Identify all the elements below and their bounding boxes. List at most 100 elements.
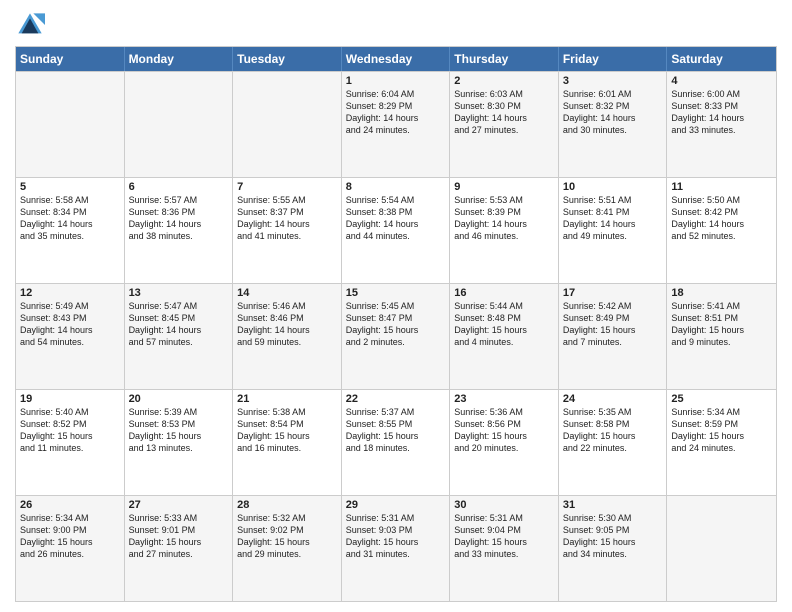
day-info: Sunrise: 5:39 AMSunset: 8:53 PMDaylight:… (129, 406, 229, 455)
page: SundayMondayTuesdayWednesdayThursdayFrid… (0, 0, 792, 612)
header-day-tuesday: Tuesday (233, 47, 342, 71)
day-info: Sunrise: 6:03 AMSunset: 8:30 PMDaylight:… (454, 88, 554, 137)
calendar-body: 1Sunrise: 6:04 AMSunset: 8:29 PMDaylight… (16, 71, 776, 601)
cal-cell-2-0: 12Sunrise: 5:49 AMSunset: 8:43 PMDayligh… (16, 284, 125, 389)
day-info: Sunrise: 5:33 AMSunset: 9:01 PMDaylight:… (129, 512, 229, 561)
cal-cell-2-4: 16Sunrise: 5:44 AMSunset: 8:48 PMDayligh… (450, 284, 559, 389)
day-info: Sunrise: 5:36 AMSunset: 8:56 PMDaylight:… (454, 406, 554, 455)
day-number: 12 (20, 287, 120, 299)
cal-cell-0-0 (16, 72, 125, 177)
day-number: 28 (237, 499, 337, 511)
day-number: 23 (454, 393, 554, 405)
calendar-header: SundayMondayTuesdayWednesdayThursdayFrid… (16, 47, 776, 71)
day-number: 27 (129, 499, 229, 511)
day-info: Sunrise: 5:34 AMSunset: 8:59 PMDaylight:… (671, 406, 772, 455)
day-info: Sunrise: 5:37 AMSunset: 8:55 PMDaylight:… (346, 406, 446, 455)
cal-cell-4-4: 30Sunrise: 5:31 AMSunset: 9:04 PMDayligh… (450, 496, 559, 601)
day-number: 15 (346, 287, 446, 299)
calendar-row-1: 5Sunrise: 5:58 AMSunset: 8:34 PMDaylight… (16, 177, 776, 283)
day-info: Sunrise: 5:45 AMSunset: 8:47 PMDaylight:… (346, 300, 446, 349)
day-number: 26 (20, 499, 120, 511)
day-info: Sunrise: 6:04 AMSunset: 8:29 PMDaylight:… (346, 88, 446, 137)
day-info: Sunrise: 5:51 AMSunset: 8:41 PMDaylight:… (563, 194, 663, 243)
cal-cell-4-0: 26Sunrise: 5:34 AMSunset: 9:00 PMDayligh… (16, 496, 125, 601)
cal-cell-4-2: 28Sunrise: 5:32 AMSunset: 9:02 PMDayligh… (233, 496, 342, 601)
day-number: 14 (237, 287, 337, 299)
day-info: Sunrise: 5:42 AMSunset: 8:49 PMDaylight:… (563, 300, 663, 349)
day-info: Sunrise: 5:41 AMSunset: 8:51 PMDaylight:… (671, 300, 772, 349)
cal-cell-3-1: 20Sunrise: 5:39 AMSunset: 8:53 PMDayligh… (125, 390, 234, 495)
cal-cell-0-4: 2Sunrise: 6:03 AMSunset: 8:30 PMDaylight… (450, 72, 559, 177)
day-info: Sunrise: 5:58 AMSunset: 8:34 PMDaylight:… (20, 194, 120, 243)
day-number: 29 (346, 499, 446, 511)
day-number: 2 (454, 75, 554, 87)
cal-cell-3-6: 25Sunrise: 5:34 AMSunset: 8:59 PMDayligh… (667, 390, 776, 495)
header-day-friday: Friday (559, 47, 668, 71)
cal-cell-2-3: 15Sunrise: 5:45 AMSunset: 8:47 PMDayligh… (342, 284, 451, 389)
day-info: Sunrise: 5:35 AMSunset: 8:58 PMDaylight:… (563, 406, 663, 455)
header-day-sunday: Sunday (16, 47, 125, 71)
cal-cell-4-3: 29Sunrise: 5:31 AMSunset: 9:03 PMDayligh… (342, 496, 451, 601)
header (15, 10, 777, 40)
day-info: Sunrise: 5:31 AMSunset: 9:03 PMDaylight:… (346, 512, 446, 561)
day-info: Sunrise: 5:50 AMSunset: 8:42 PMDaylight:… (671, 194, 772, 243)
header-day-wednesday: Wednesday (342, 47, 451, 71)
day-number: 30 (454, 499, 554, 511)
day-number: 10 (563, 181, 663, 193)
cal-cell-3-3: 22Sunrise: 5:37 AMSunset: 8:55 PMDayligh… (342, 390, 451, 495)
day-info: Sunrise: 5:49 AMSunset: 8:43 PMDaylight:… (20, 300, 120, 349)
day-info: Sunrise: 5:53 AMSunset: 8:39 PMDaylight:… (454, 194, 554, 243)
cal-cell-1-6: 11Sunrise: 5:50 AMSunset: 8:42 PMDayligh… (667, 178, 776, 283)
cal-cell-2-5: 17Sunrise: 5:42 AMSunset: 8:49 PMDayligh… (559, 284, 668, 389)
cal-cell-0-2 (233, 72, 342, 177)
calendar-row-3: 19Sunrise: 5:40 AMSunset: 8:52 PMDayligh… (16, 389, 776, 495)
day-info: Sunrise: 6:01 AMSunset: 8:32 PMDaylight:… (563, 88, 663, 137)
cal-cell-2-6: 18Sunrise: 5:41 AMSunset: 8:51 PMDayligh… (667, 284, 776, 389)
cal-cell-3-2: 21Sunrise: 5:38 AMSunset: 8:54 PMDayligh… (233, 390, 342, 495)
day-info: Sunrise: 5:44 AMSunset: 8:48 PMDaylight:… (454, 300, 554, 349)
calendar-row-4: 26Sunrise: 5:34 AMSunset: 9:00 PMDayligh… (16, 495, 776, 601)
day-number: 13 (129, 287, 229, 299)
cal-cell-1-3: 8Sunrise: 5:54 AMSunset: 8:38 PMDaylight… (342, 178, 451, 283)
cal-cell-3-5: 24Sunrise: 5:35 AMSunset: 8:58 PMDayligh… (559, 390, 668, 495)
day-number: 18 (671, 287, 772, 299)
day-info: Sunrise: 5:47 AMSunset: 8:45 PMDaylight:… (129, 300, 229, 349)
cal-cell-1-1: 6Sunrise: 5:57 AMSunset: 8:36 PMDaylight… (125, 178, 234, 283)
day-number: 8 (346, 181, 446, 193)
cal-cell-1-4: 9Sunrise: 5:53 AMSunset: 8:39 PMDaylight… (450, 178, 559, 283)
day-info: Sunrise: 5:38 AMSunset: 8:54 PMDaylight:… (237, 406, 337, 455)
cal-cell-3-0: 19Sunrise: 5:40 AMSunset: 8:52 PMDayligh… (16, 390, 125, 495)
calendar-row-0: 1Sunrise: 6:04 AMSunset: 8:29 PMDaylight… (16, 71, 776, 177)
cal-cell-4-6 (667, 496, 776, 601)
cal-cell-0-6: 4Sunrise: 6:00 AMSunset: 8:33 PMDaylight… (667, 72, 776, 177)
day-number: 22 (346, 393, 446, 405)
cal-cell-1-0: 5Sunrise: 5:58 AMSunset: 8:34 PMDaylight… (16, 178, 125, 283)
logo-icon (15, 10, 45, 40)
day-number: 19 (20, 393, 120, 405)
day-number: 24 (563, 393, 663, 405)
day-number: 4 (671, 75, 772, 87)
day-info: Sunrise: 5:46 AMSunset: 8:46 PMDaylight:… (237, 300, 337, 349)
header-day-monday: Monday (125, 47, 234, 71)
cal-cell-1-2: 7Sunrise: 5:55 AMSunset: 8:37 PMDaylight… (233, 178, 342, 283)
calendar-row-2: 12Sunrise: 5:49 AMSunset: 8:43 PMDayligh… (16, 283, 776, 389)
logo (15, 10, 49, 40)
day-number: 1 (346, 75, 446, 87)
cal-cell-4-5: 31Sunrise: 5:30 AMSunset: 9:05 PMDayligh… (559, 496, 668, 601)
cal-cell-0-3: 1Sunrise: 6:04 AMSunset: 8:29 PMDaylight… (342, 72, 451, 177)
day-number: 20 (129, 393, 229, 405)
day-number: 5 (20, 181, 120, 193)
cal-cell-2-1: 13Sunrise: 5:47 AMSunset: 8:45 PMDayligh… (125, 284, 234, 389)
calendar: SundayMondayTuesdayWednesdayThursdayFrid… (15, 46, 777, 602)
day-number: 21 (237, 393, 337, 405)
day-info: Sunrise: 5:55 AMSunset: 8:37 PMDaylight:… (237, 194, 337, 243)
day-info: Sunrise: 5:57 AMSunset: 8:36 PMDaylight:… (129, 194, 229, 243)
day-info: Sunrise: 5:31 AMSunset: 9:04 PMDaylight:… (454, 512, 554, 561)
day-info: Sunrise: 6:00 AMSunset: 8:33 PMDaylight:… (671, 88, 772, 137)
cal-cell-0-1 (125, 72, 234, 177)
day-info: Sunrise: 5:40 AMSunset: 8:52 PMDaylight:… (20, 406, 120, 455)
cal-cell-1-5: 10Sunrise: 5:51 AMSunset: 8:41 PMDayligh… (559, 178, 668, 283)
day-info: Sunrise: 5:30 AMSunset: 9:05 PMDaylight:… (563, 512, 663, 561)
cal-cell-4-1: 27Sunrise: 5:33 AMSunset: 9:01 PMDayligh… (125, 496, 234, 601)
day-number: 9 (454, 181, 554, 193)
